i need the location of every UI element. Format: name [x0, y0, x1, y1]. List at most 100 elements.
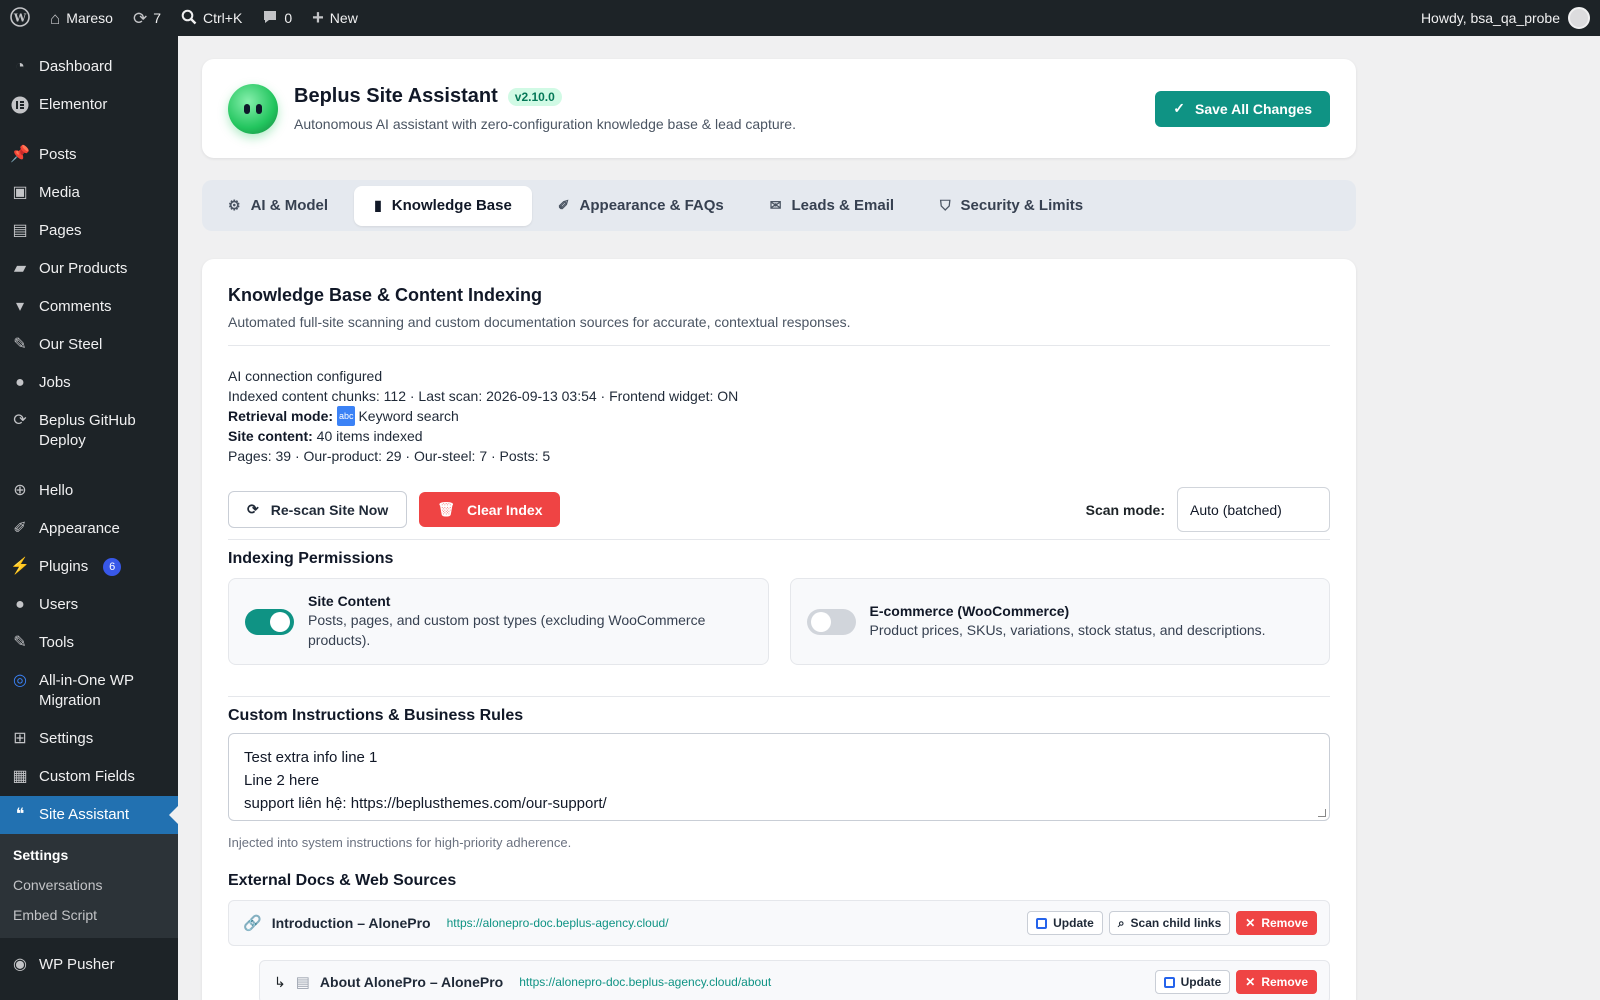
- update-doc-button[interactable]: Update: [1154, 970, 1231, 994]
- menu-custom-fields[interactable]: ▦ Custom Fields: [0, 758, 178, 796]
- doc-url[interactable]: https://alonepro-doc.beplus-agency.cloud…: [519, 975, 771, 989]
- wrench-icon: ✎: [13, 336, 27, 353]
- submenu-embed-script[interactable]: Embed Script: [0, 900, 178, 930]
- refresh-icon: ⟳: [247, 501, 259, 517]
- comments-count: 0: [284, 10, 293, 26]
- tab-security-limits[interactable]: ⛉ Security & Limits: [920, 186, 1103, 226]
- site-content-toggle[interactable]: [245, 608, 294, 635]
- update-doc-button[interactable]: Update: [1027, 911, 1103, 935]
- tab-leads-email[interactable]: ✉ Leads & Email: [750, 186, 914, 226]
- ecommerce-toggle[interactable]: [806, 608, 856, 635]
- site-content-title: Site Content: [308, 593, 391, 609]
- divider: [228, 696, 1330, 697]
- check-icon: ✓: [1173, 100, 1186, 116]
- menu-jobs[interactable]: ● Jobs: [0, 364, 178, 402]
- tab-knowledge-base[interactable]: ▮ Knowledge Base: [354, 185, 532, 226]
- toggle-knob: [810, 611, 831, 632]
- menu-tools[interactable]: ✎ Tools: [0, 624, 178, 662]
- menu-our-products[interactable]: ▰ Our Products: [0, 250, 178, 288]
- avatar: [1568, 7, 1590, 29]
- permissions-row: Site Content Posts, pages, and custom po…: [228, 578, 1330, 665]
- tab-ai-model[interactable]: ⚙ AI & Model: [208, 186, 348, 226]
- new-content-link[interactable]: + New: [302, 0, 368, 36]
- tools-icon: ✎: [13, 634, 27, 651]
- sync-icon: ⟳: [13, 412, 27, 429]
- menu-media[interactable]: ▣ Media: [0, 174, 178, 212]
- brush-icon: ✐: [13, 520, 27, 537]
- logo-eye-right: [256, 103, 262, 114]
- doc-title: About AlonePro – AlonePro: [319, 974, 504, 990]
- pin-icon: 📌: [10, 146, 30, 163]
- menu-beplus-github-deploy[interactable]: ⟳ Beplus GitHub Deploy: [0, 402, 178, 460]
- submenu-conversations[interactable]: Conversations: [0, 870, 178, 900]
- book-icon: ▮: [374, 197, 382, 213]
- document-icon: ▤: [295, 974, 310, 991]
- menu-appearance[interactable]: ✐ Appearance: [0, 510, 178, 548]
- site-assistant-submenu: Settings Conversations Embed Script: [0, 834, 178, 938]
- pages-icon: ▤: [12, 222, 28, 239]
- submenu-settings[interactable]: Settings: [0, 840, 178, 870]
- clear-index-button[interactable]: 🗑 Clear Index: [419, 492, 561, 527]
- plus-circle-icon: ⊕: [13, 482, 27, 499]
- users-icon: ●: [15, 596, 25, 613]
- menu-all-in-one-wp-migration[interactable]: ◎ All-in-One WP Migration: [0, 662, 178, 720]
- new-label: New: [329, 10, 358, 26]
- menu-site-assistant[interactable]: ❝ Site Assistant: [0, 796, 178, 834]
- my-account[interactable]: Howdy, bsa_qa_probe: [1421, 7, 1600, 29]
- scan-child-links-button[interactable]: ⌕ Scan child links: [1108, 911, 1231, 935]
- home-icon: ⌂: [50, 8, 61, 28]
- content-breakdown: Pages: 39 · Our-product: 29 · Our-steel:…: [228, 448, 551, 464]
- toggle-knob: [270, 611, 290, 632]
- circle-icon: ◉: [13, 956, 27, 973]
- svg-text:W: W: [13, 11, 27, 24]
- menu-comments[interactable]: ▾ Comments: [0, 288, 178, 326]
- custom-instructions-textarea[interactable]: Test extra info line 1 Line 2 here suppo…: [228, 733, 1330, 821]
- external-docs-title: External Docs & Web Sources: [228, 872, 457, 889]
- updates-link[interactable]: ⟳ 7: [123, 0, 171, 36]
- ai-connection-status: AI connection configured: [228, 368, 383, 384]
- migration-icon: ◎: [13, 672, 27, 689]
- divider: [228, 345, 1330, 346]
- assistant-logo: [228, 83, 278, 134]
- bag-icon: ▰: [13, 260, 27, 277]
- menu-pages[interactable]: ▤ Pages: [0, 212, 178, 250]
- abc-icon: abc: [336, 406, 356, 426]
- menu-dashboard[interactable]: ◔ Dashboard: [0, 48, 178, 86]
- doc-title: Introduction – AlonePro: [271, 915, 431, 931]
- close-icon: ✕: [1245, 975, 1256, 989]
- menu-posts[interactable]: 📌 Posts: [0, 136, 178, 174]
- settings-tabs: ⚙ AI & Model ▮ Knowledge Base ✐ Appearance …: [202, 180, 1356, 231]
- tab-appearance-faqs[interactable]: ✐ Appearance & FAQs: [538, 186, 744, 226]
- search-shortcut: Ctrl+K: [203, 10, 243, 26]
- comments-link[interactable]: 0: [252, 0, 302, 36]
- site-name-link[interactable]: ⌂ Mareso: [40, 0, 123, 36]
- remove-doc-button[interactable]: ✕ Remove: [1236, 970, 1317, 994]
- doc-url[interactable]: https://alonepro-doc.beplus-agency.cloud…: [447, 916, 669, 930]
- envelope-icon: ✉: [769, 197, 782, 213]
- search-icon: ⌕: [1117, 915, 1125, 930]
- updates-count: 7: [153, 10, 162, 26]
- menu-plugins[interactable]: ⚡ Plugins 6: [0, 548, 178, 586]
- menu-settings[interactable]: ⊞ Settings: [0, 720, 178, 758]
- instructions-hint: Injected into system instructions for hi…: [228, 835, 572, 850]
- rescan-site-button[interactable]: ⟳ Re-scan Site Now: [228, 491, 408, 528]
- trash-icon: 🗑: [437, 501, 455, 517]
- wp-logo-menu[interactable]: W: [0, 0, 40, 36]
- save-all-changes-button[interactable]: ✓ Save All Changes: [1155, 90, 1330, 127]
- admin-sidebar: ◔ Dashboard Elementor 📌 Posts ▣ Media ▤ Page…: [0, 36, 178, 1000]
- ecommerce-desc: Product prices, SKUs, variations, stock …: [869, 622, 1266, 638]
- remove-doc-button[interactable]: ✕ Remove: [1236, 911, 1317, 935]
- menu-users[interactable]: ● Users: [0, 586, 178, 624]
- resize-handle[interactable]: [1318, 809, 1326, 817]
- divider: [228, 539, 1330, 540]
- doc-child-row: ↳ ▤ About AlonePro – AlonePro https://al…: [259, 960, 1330, 1000]
- link-icon: 🔗: [243, 915, 262, 932]
- menu-wp-pusher[interactable]: ◉ WP Pusher: [0, 946, 178, 984]
- menu-hello[interactable]: ⊕ Hello: [0, 472, 178, 510]
- command-search[interactable]: Ctrl+K: [171, 0, 252, 36]
- menu-our-steel[interactable]: ✎ Our Steel: [0, 326, 178, 364]
- knowledge-base-panel: Knowledge Base & Content Indexing Automa…: [202, 259, 1356, 1000]
- scan-mode-select[interactable]: Auto (batched): [1177, 487, 1330, 532]
- plugin-icon: ⚡: [10, 558, 30, 575]
- menu-elementor[interactable]: Elementor: [0, 86, 178, 124]
